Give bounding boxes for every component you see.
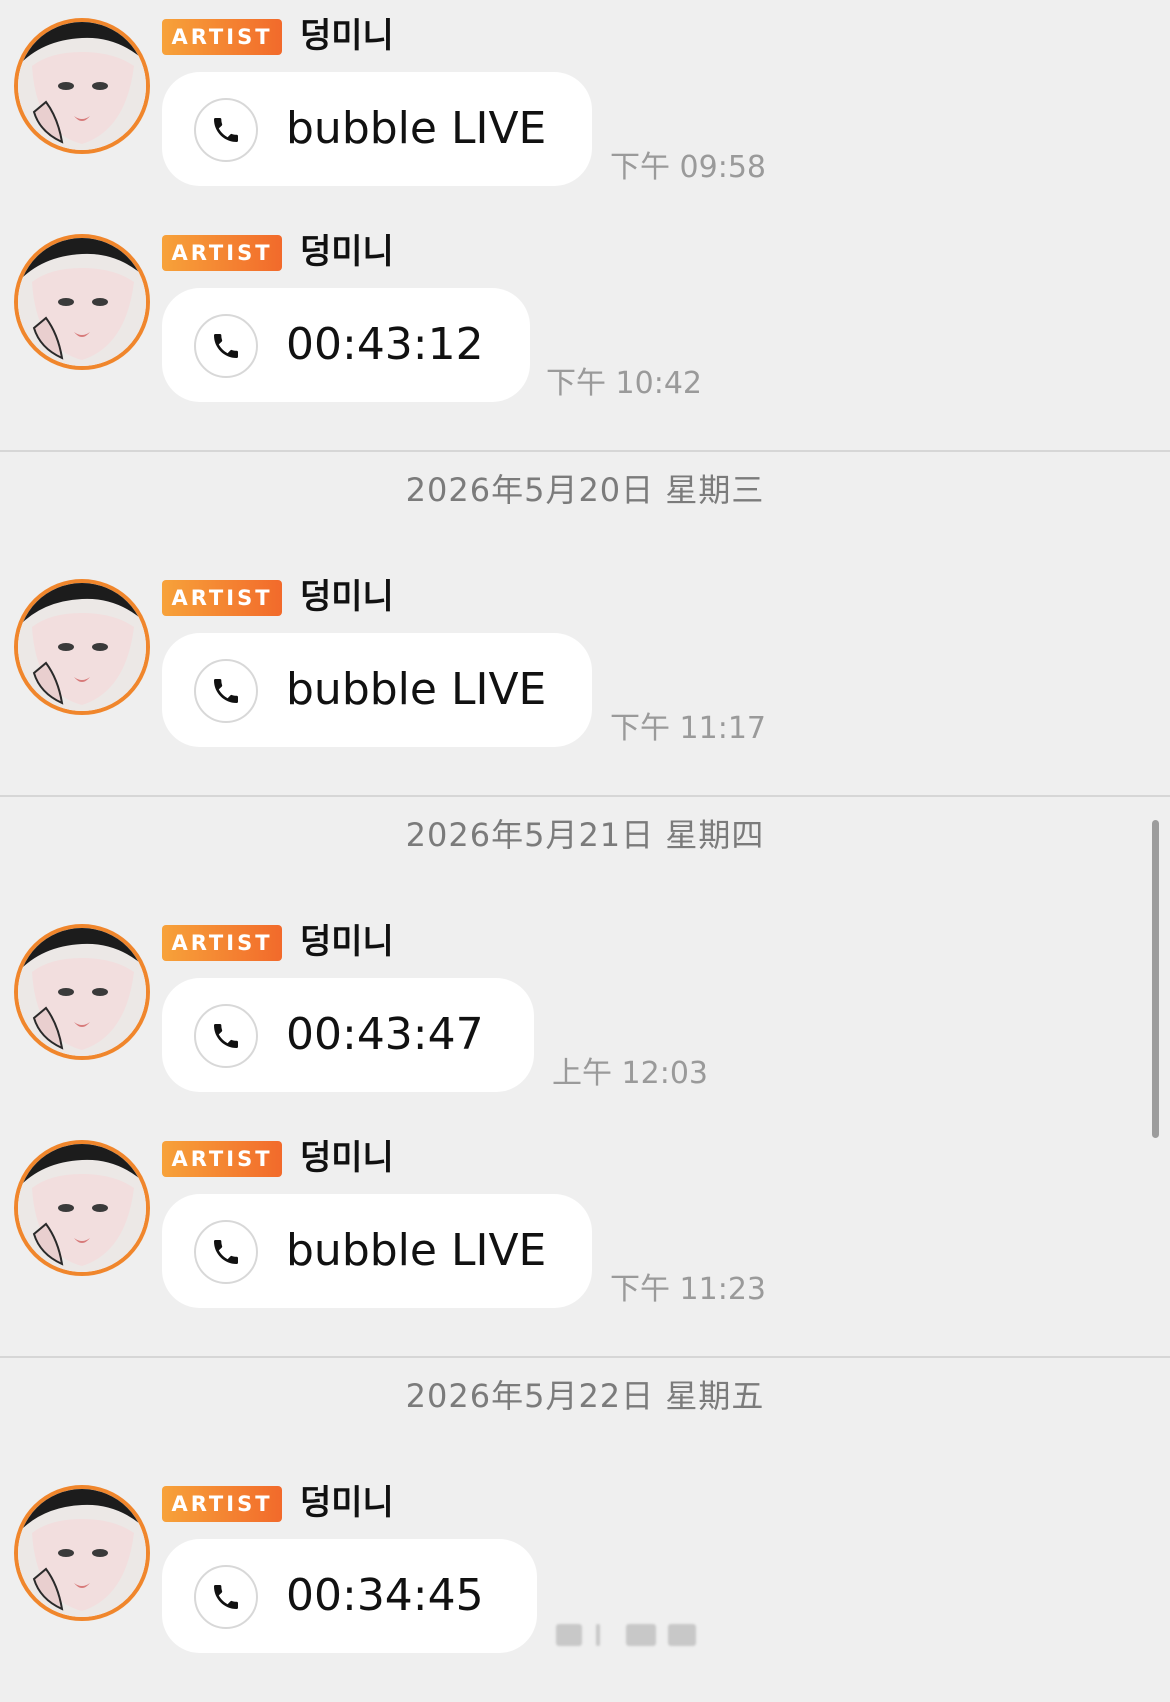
sender-name: 덩미니 [300, 1138, 394, 1178]
divider [0, 1356, 1170, 1358]
sender-name: 덩미니 [300, 16, 394, 56]
date-separator: 2026年5月20日 星期三 [405, 471, 765, 509]
sender-name: 덩미니 [300, 922, 394, 962]
avatar-photo-icon [18, 928, 146, 1056]
call-duration: 00:43:47 [286, 1009, 484, 1060]
chat-log: ARTIST 덩미니 bubble LIVE 下午 09:58 ARTIST 덩… [0, 0, 1170, 1702]
call-bubble[interactable]: 00:43:47 [162, 978, 534, 1092]
scrollbar[interactable] [1152, 820, 1159, 1138]
phone-icon [194, 659, 258, 723]
phone-icon [194, 314, 258, 378]
call-duration: 00:34:45 [286, 1570, 484, 1621]
divider [0, 450, 1170, 452]
divider [0, 795, 1170, 797]
message-time: 下午 10:42 [546, 366, 702, 401]
chat-message: ARTIST 덩미니 00:34:45 [0, 1467, 1170, 1653]
artist-avatar[interactable] [14, 924, 150, 1060]
date-separator: 2026年5月21日 星期四 [405, 816, 765, 854]
avatar-photo-icon [18, 22, 146, 150]
sender-name: 덩미니 [300, 1483, 394, 1523]
chat-message: ARTIST 덩미니 bubble LIVE 下午 09:58 [0, 0, 1170, 186]
artist-avatar[interactable] [14, 1485, 150, 1621]
phone-icon [194, 1220, 258, 1284]
phone-icon [194, 1004, 258, 1068]
chat-message: ARTIST 덩미니 bubble LIVE 下午 11:17 [0, 561, 1170, 747]
call-label: bubble LIVE [286, 664, 547, 715]
artist-badge: ARTIST [162, 1141, 282, 1177]
message-time: 下午 09:58 [610, 150, 766, 185]
message-time-obscured [556, 1620, 706, 1650]
artist-badge: ARTIST [162, 19, 282, 55]
sender-name: 덩미니 [300, 232, 394, 272]
chat-message: ARTIST 덩미니 00:43:12 下午 10:42 [0, 216, 1170, 402]
message-time: 下午 11:17 [610, 711, 766, 746]
call-bubble[interactable]: bubble LIVE [162, 633, 592, 747]
call-duration: 00:43:12 [286, 319, 484, 370]
artist-avatar[interactable] [14, 18, 150, 154]
artist-badge: ARTIST [162, 235, 282, 271]
artist-avatar[interactable] [14, 579, 150, 715]
date-separator: 2026年5月22日 星期五 [405, 1377, 765, 1415]
message-time: 下午 11:23 [610, 1272, 766, 1307]
artist-badge: ARTIST [162, 580, 282, 616]
message-time: 上午 12:03 [552, 1056, 708, 1091]
avatar-photo-icon [18, 1489, 146, 1617]
artist-avatar[interactable] [14, 234, 150, 370]
artist-avatar[interactable] [14, 1140, 150, 1276]
call-bubble[interactable]: 00:34:45 [162, 1539, 537, 1653]
avatar-photo-icon [18, 238, 146, 366]
call-bubble[interactable]: bubble LIVE [162, 1194, 592, 1308]
avatar-photo-icon [18, 1144, 146, 1272]
chat-message: ARTIST 덩미니 00:43:47 上午 12:03 [0, 906, 1170, 1092]
call-label: bubble LIVE [286, 103, 547, 154]
call-label: bubble LIVE [286, 1225, 547, 1276]
sender-name: 덩미니 [300, 577, 394, 617]
call-bubble[interactable]: bubble LIVE [162, 72, 592, 186]
artist-badge: ARTIST [162, 925, 282, 961]
phone-icon [194, 98, 258, 162]
avatar-photo-icon [18, 583, 146, 711]
call-bubble[interactable]: 00:43:12 [162, 288, 530, 402]
phone-icon [194, 1565, 258, 1629]
artist-badge: ARTIST [162, 1486, 282, 1522]
chat-message: ARTIST 덩미니 bubble LIVE 下午 11:23 [0, 1122, 1170, 1308]
